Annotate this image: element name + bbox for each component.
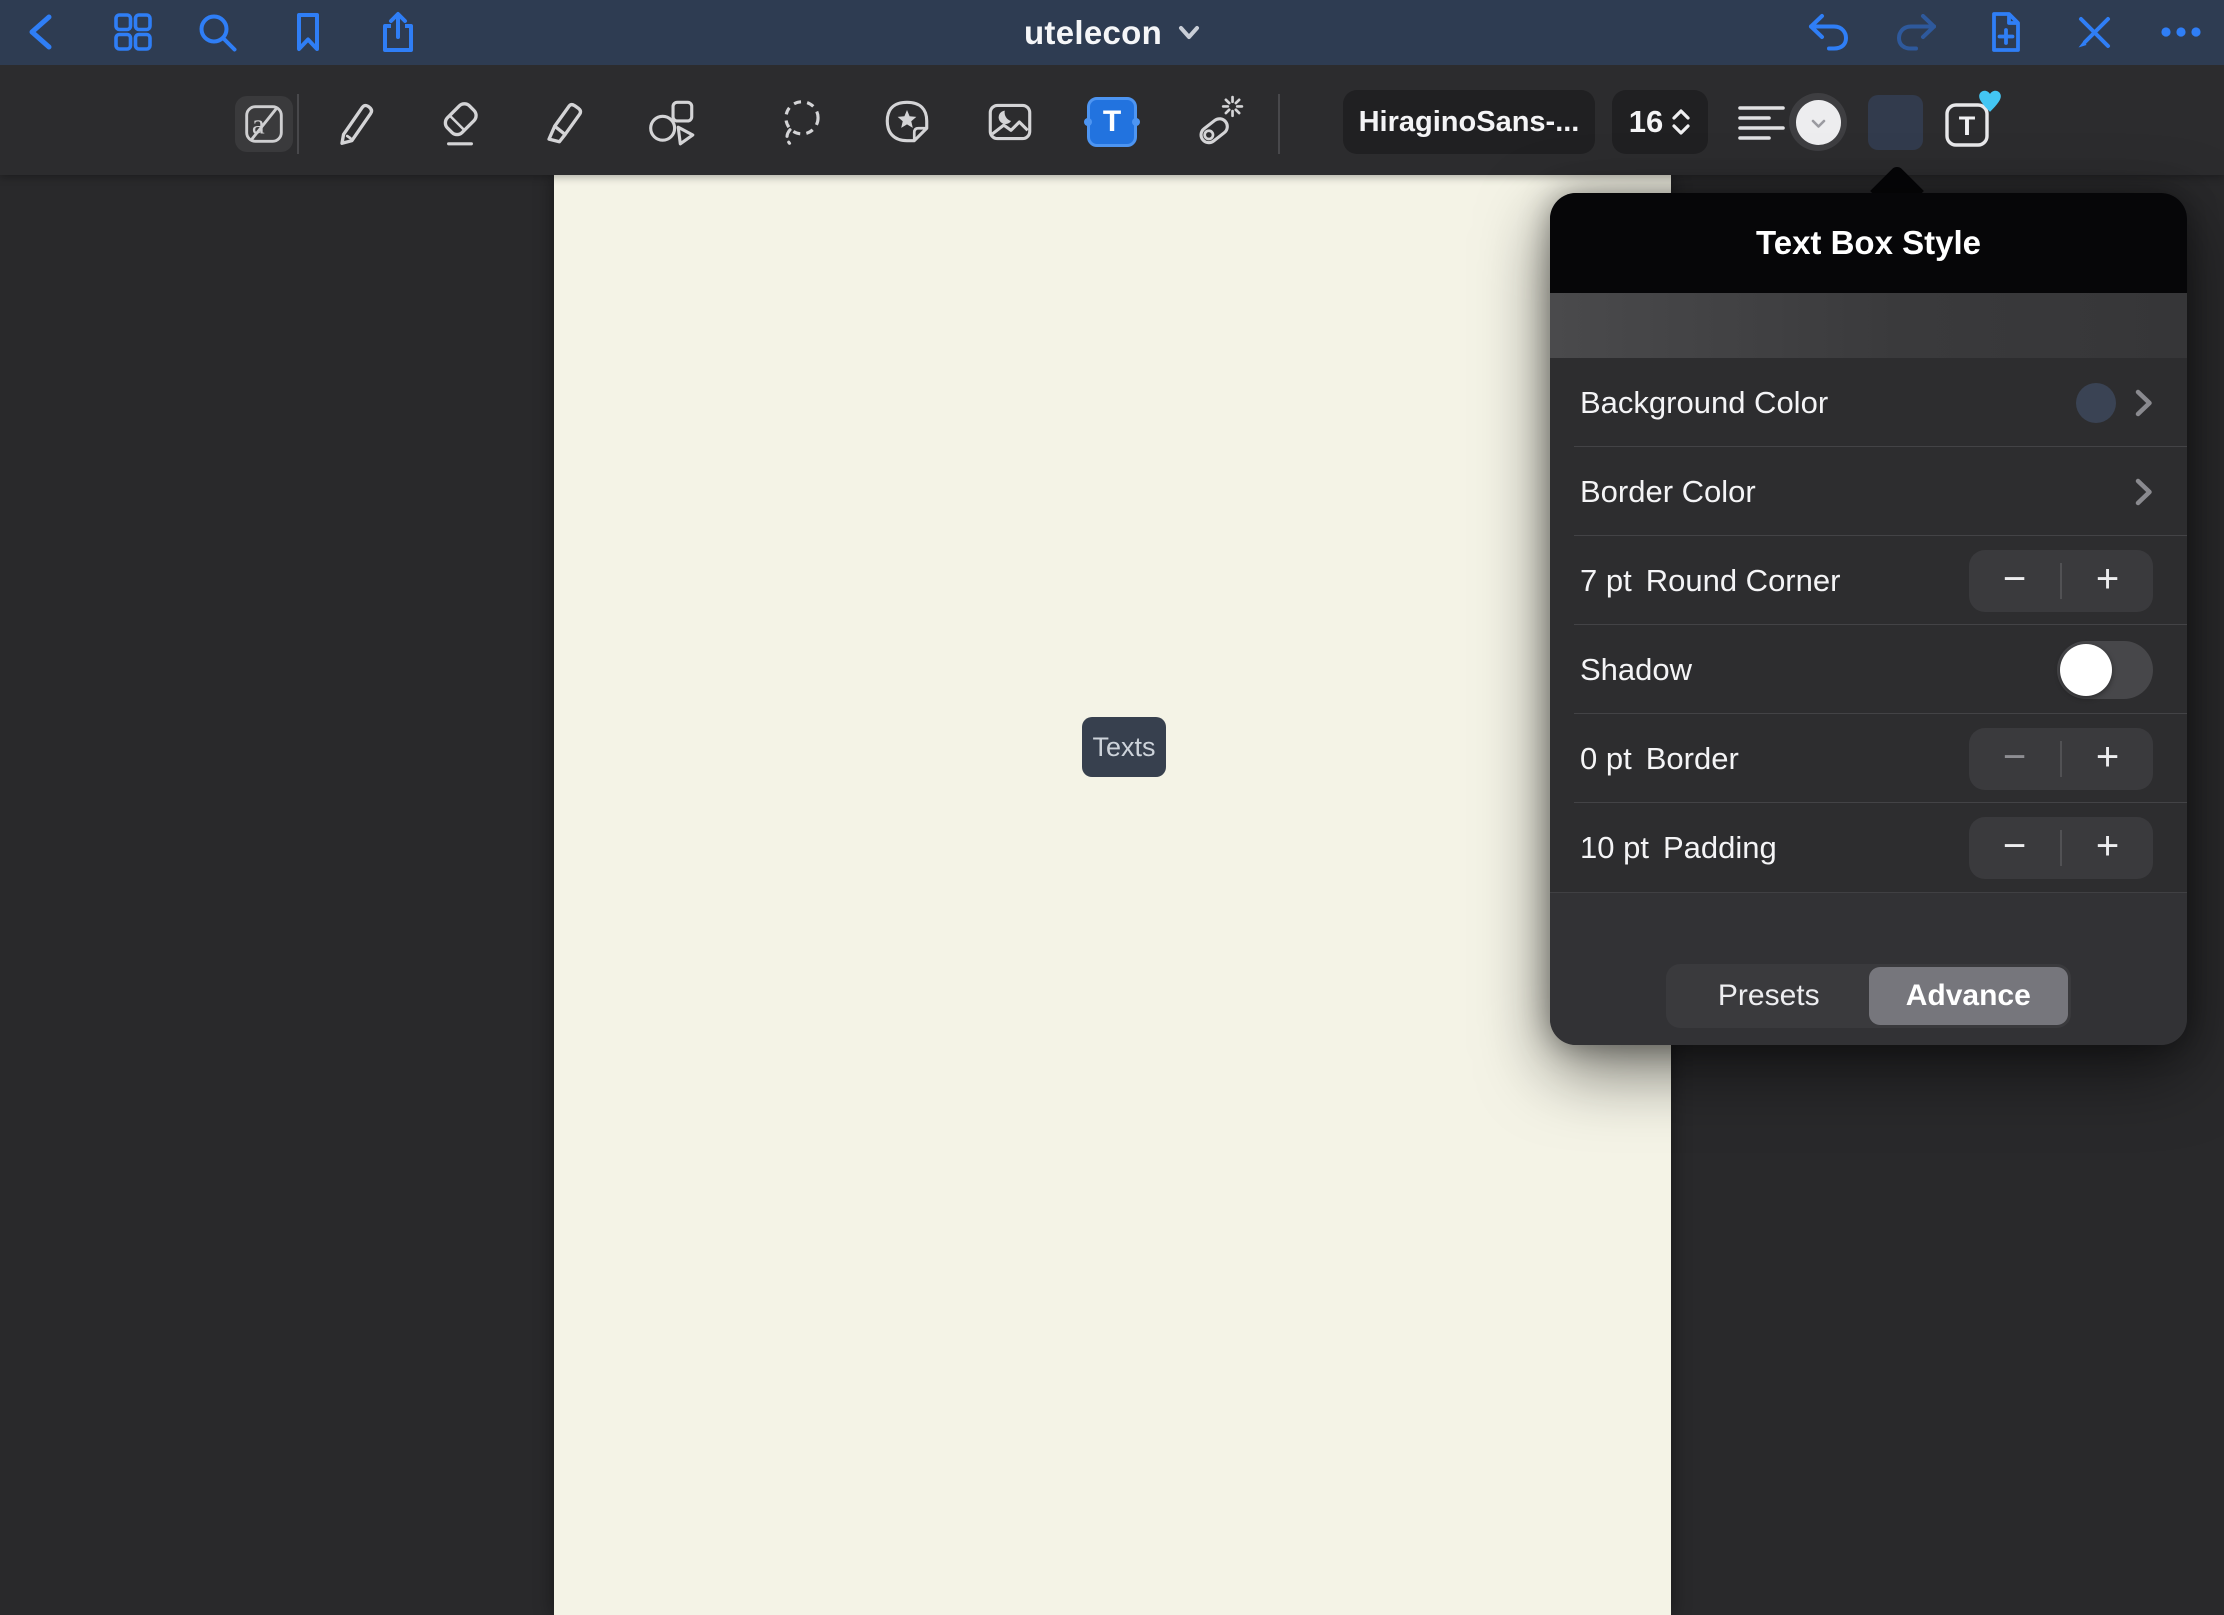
shapes-icon: [645, 95, 699, 149]
row-label: Border Color: [1580, 474, 1756, 510]
padding-plus-button[interactable]: +: [2062, 817, 2153, 879]
text-color-swatch: [1796, 100, 1841, 145]
font-name-label: HiraginoSans-...: [1359, 106, 1580, 139]
pen-tool[interactable]: [329, 95, 383, 149]
font-size-value: 16: [1629, 104, 1663, 140]
text-tool[interactable]: T: [1087, 97, 1137, 147]
heart-badge-icon: [1977, 89, 2003, 113]
font-size-stepper[interactable]: 16: [1612, 90, 1708, 154]
shapes-tool[interactable]: [645, 95, 699, 149]
lasso-icon: [776, 95, 830, 149]
eraser-icon: [433, 95, 487, 149]
row-background-color[interactable]: Background Color: [1550, 358, 2187, 447]
toolbar-divider: [297, 94, 299, 154]
text-tool-glyph: T: [1103, 105, 1121, 139]
image-tool[interactable]: [983, 95, 1037, 149]
text-align-button[interactable]: [1738, 104, 1788, 142]
text-handle-left: [1084, 118, 1092, 126]
image-icon: [983, 95, 1037, 149]
padding-minus-button[interactable]: −: [1969, 817, 2060, 879]
shadow-toggle[interactable]: [2057, 641, 2153, 699]
presets-tab[interactable]: Presets: [1669, 967, 1869, 1025]
row-label: Border: [1646, 741, 1739, 777]
popup-rows: Background Color Border Color 7 pt: [1550, 358, 2187, 892]
border-width-plus-button[interactable]: +: [2062, 728, 2153, 790]
page-title: utelecon: [1024, 14, 1162, 52]
round-corner-plus-button[interactable]: +: [2062, 550, 2153, 612]
undo-button[interactable]: [1805, 9, 1851, 55]
redo-button[interactable]: [1894, 9, 1940, 55]
highlighter-icon: [535, 95, 589, 149]
lasso-tool[interactable]: [776, 95, 830, 149]
eraser-tool[interactable]: [433, 95, 487, 149]
round-corner-stepper: − +: [1969, 550, 2153, 612]
row-label: Shadow: [1580, 652, 1692, 688]
row-border-color[interactable]: Border Color: [1550, 447, 2187, 536]
toolbar-divider: [1278, 94, 1280, 154]
border-width-minus-button[interactable]: −: [1969, 728, 2060, 790]
row-round-corner: 7 pt Round Corner − +: [1550, 536, 2187, 625]
add-page-icon: [1982, 9, 2028, 55]
stop-editing-button[interactable]: [2071, 9, 2117, 55]
background-color-swatch[interactable]: [2076, 383, 2116, 423]
row-padding: 10 pt Padding − +: [1550, 803, 2187, 892]
row-border-width: 0 pt Border − +: [1550, 714, 2187, 803]
row-label: Background Color: [1580, 385, 1828, 421]
text-box-content: Texts: [1092, 732, 1155, 763]
padding-stepper: − +: [1969, 817, 2153, 879]
page-mode-tool[interactable]: a: [235, 96, 293, 152]
text-handle-right: [1132, 118, 1140, 126]
pen-icon: [329, 95, 383, 149]
size-chevrons-icon: [1671, 108, 1691, 136]
border-width-value: 0 pt: [1580, 741, 1632, 777]
document-title-menu[interactable]: utelecon: [0, 0, 2224, 65]
padding-value: 10 pt: [1580, 830, 1649, 866]
highlighter-tool[interactable]: [535, 95, 589, 149]
chevron-down-icon: [1178, 25, 1200, 41]
border-width-stepper: − +: [1969, 728, 2153, 790]
add-page-button[interactable]: [1982, 9, 2028, 55]
laser-tool[interactable]: [1191, 95, 1245, 149]
round-corner-value: 7 pt: [1580, 563, 1632, 599]
sticker-tool[interactable]: [880, 95, 934, 149]
chevron-right-icon: [2135, 478, 2153, 506]
text-box-style-popup: Text Box Style Background Color Border C…: [1550, 193, 2187, 1045]
text-box-object[interactable]: Texts: [1082, 717, 1166, 777]
text-color-button[interactable]: [1789, 93, 1847, 151]
font-name-button[interactable]: HiraginoSans-...: [1343, 90, 1595, 154]
toggle-knob: [2060, 644, 2112, 696]
style-mode-segmented: Presets Advance: [1666, 964, 2071, 1028]
advance-tab[interactable]: Advance: [1869, 967, 2069, 1025]
text-box-color-swatch[interactable]: [1868, 95, 1923, 150]
sticker-icon: [880, 95, 934, 149]
nav-bar: utelecon: [0, 0, 2224, 65]
app-screen: utelecon: [0, 0, 2224, 1615]
tool-bar: a: [0, 65, 2224, 175]
row-shadow: Shadow: [1550, 625, 2187, 714]
chevron-right-icon: [2135, 389, 2153, 417]
canvas-page[interactable]: Texts: [554, 175, 1671, 1615]
popup-header: Text Box Style: [1550, 193, 2187, 293]
round-corner-minus-button[interactable]: −: [1969, 550, 2060, 612]
row-label: Round Corner: [1646, 563, 1841, 599]
popup-footer: Presets Advance: [1550, 892, 2187, 1045]
style-preview-band: [1550, 293, 2187, 358]
popup-title: Text Box Style: [1756, 224, 1981, 262]
redo-icon: [1894, 9, 1940, 55]
row-label: Padding: [1663, 830, 1777, 866]
pen-cross-icon: [2071, 9, 2117, 55]
more-icon: [2158, 9, 2204, 55]
laser-icon: [1191, 95, 1245, 149]
undo-icon: [1805, 9, 1851, 55]
text-box-style-button[interactable]: T: [1943, 93, 1999, 151]
svg-text:T: T: [1959, 111, 1976, 141]
more-button[interactable]: [2158, 9, 2204, 55]
page-mode-icon: a: [239, 99, 289, 149]
align-left-icon: [1738, 105, 1788, 141]
